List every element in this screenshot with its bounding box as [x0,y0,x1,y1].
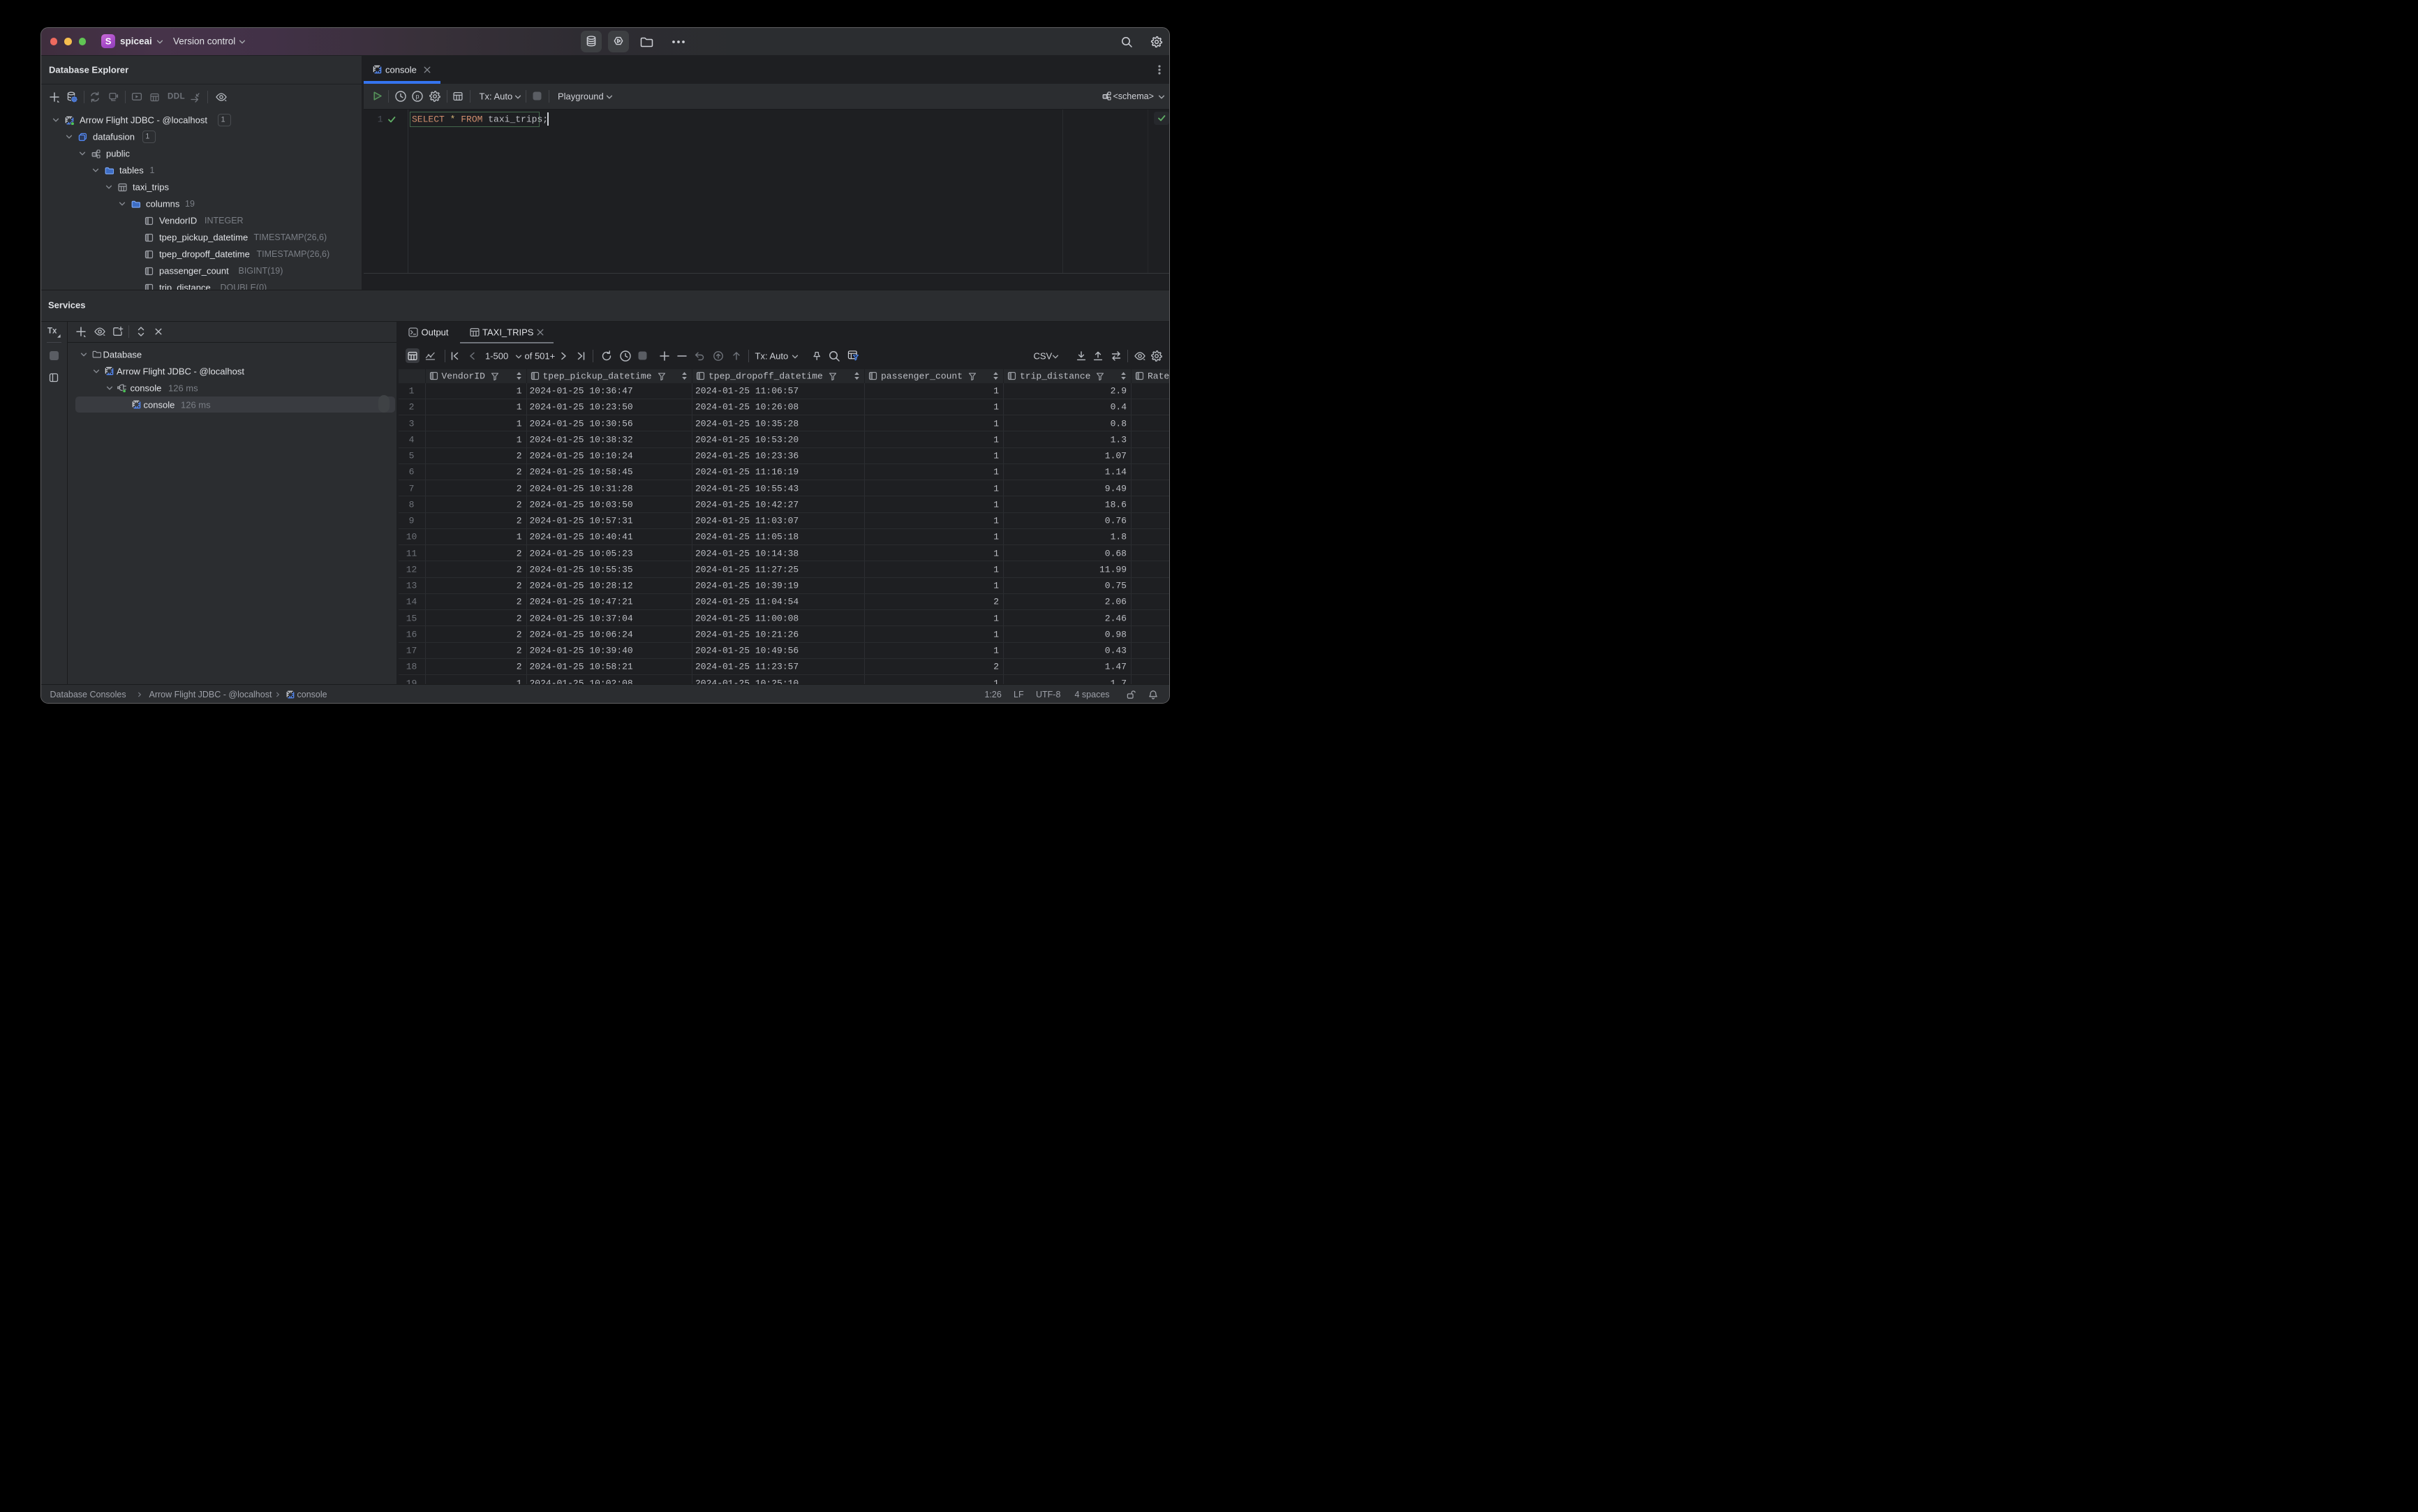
svg-text:p: p [415,93,419,100]
